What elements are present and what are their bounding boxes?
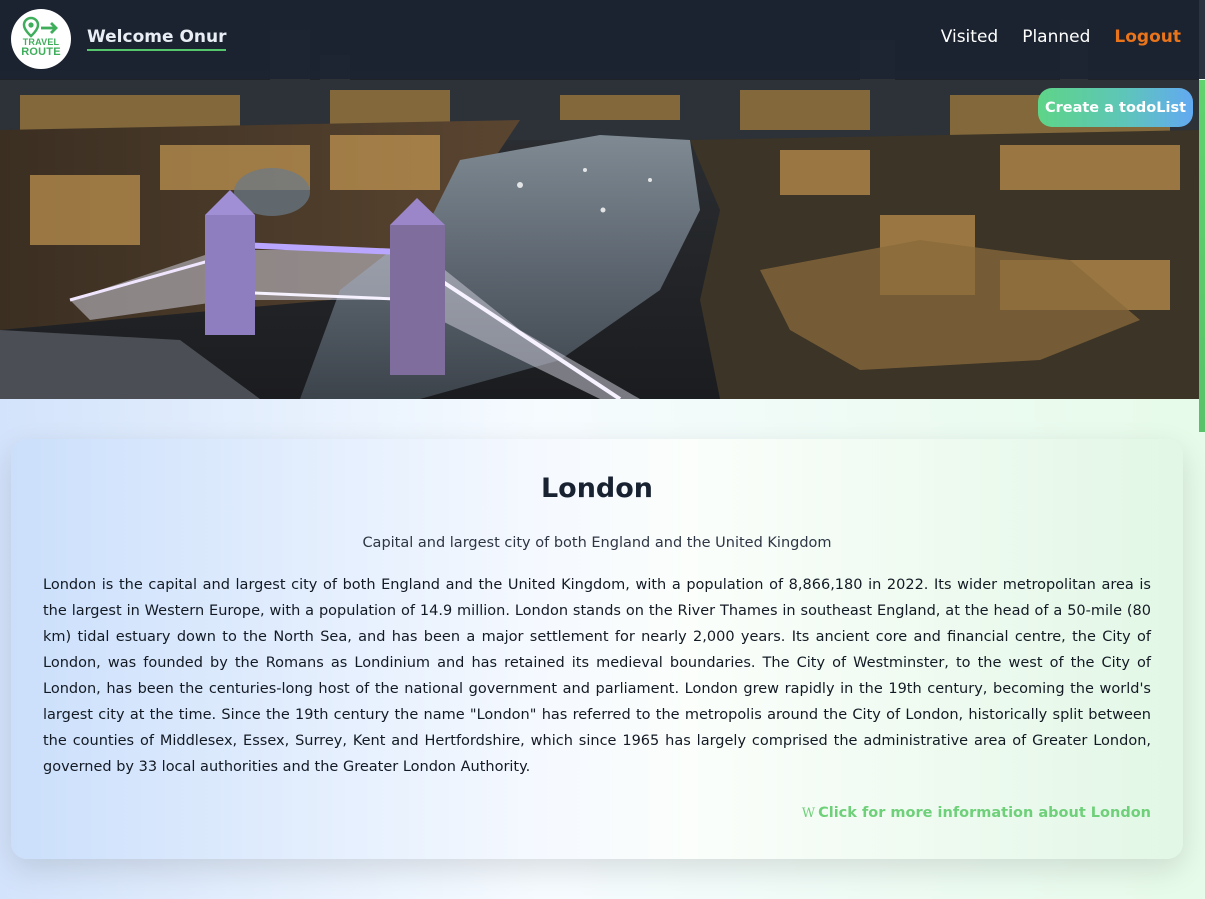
wikipedia-icon: W [801, 805, 816, 821]
city-title: London [540, 473, 654, 504]
city-subtitle: Capital and largest city of both England… [362, 535, 832, 551]
city-description: London is the capital and largest city o… [43, 577, 1151, 775]
travel-route-pin-arrow-icon [21, 16, 61, 38]
nav-links: Visited Planned Logout [941, 27, 1181, 47]
travel-route-logo[interactable]: TRAVEL ROUTE [11, 9, 71, 69]
nav-planned-link[interactable]: Planned [1022, 27, 1090, 47]
logo-text-route: ROUTE [21, 46, 61, 58]
welcome-message: Welcome Onur [87, 27, 227, 51]
user-name: Onur [179, 27, 227, 47]
more-info-label: Click for more information about London [818, 805, 1151, 821]
scroll-indicator[interactable] [1199, 80, 1205, 432]
welcome-prefix: Welcome [87, 27, 174, 47]
create-todolist-button[interactable]: Create a todoList [1038, 88, 1193, 127]
nav-visited-link[interactable]: Visited [941, 27, 998, 47]
logout-link[interactable]: Logout [1114, 27, 1181, 47]
top-navbar: TRAVEL ROUTE Welcome Onur Visited Planne… [0, 0, 1205, 79]
more-info-link[interactable]: W Click for more information about Londo… [802, 805, 1151, 821]
city-info-card: London Capital and largest city of both … [11, 439, 1183, 859]
